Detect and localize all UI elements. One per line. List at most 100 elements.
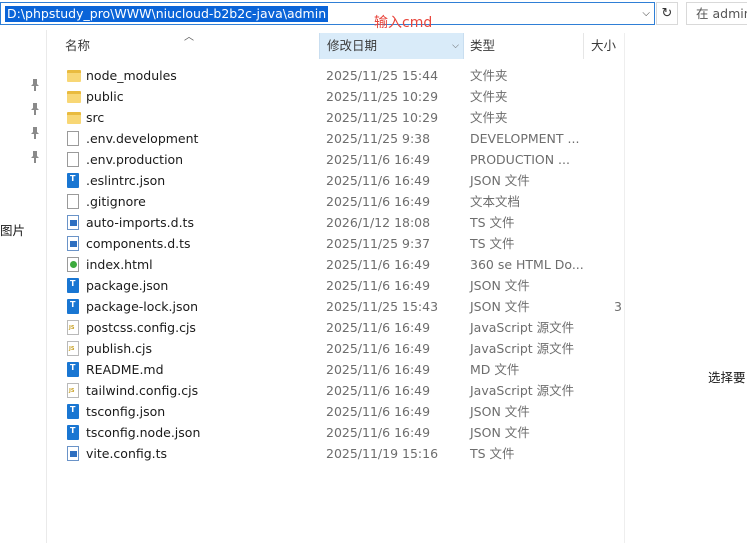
- file-row[interactable]: .env.development 2025/11/25 9:38 DEVELOPME…: [47, 128, 624, 149]
- pin-icon[interactable]: [30, 103, 40, 115]
- json-icon: [67, 425, 79, 440]
- pin-icon[interactable]: [30, 151, 40, 163]
- ts-icon: [67, 446, 79, 461]
- file-name: README.md: [86, 362, 164, 377]
- column-header-date[interactable]: 修改日期 ⌵: [319, 33, 464, 59]
- file-type: MD 文件: [470, 362, 520, 377]
- file-row[interactable]: src 2025/11/25 10:29 文件夹: [47, 107, 624, 128]
- file-row[interactable]: README.md 2025/11/6 16:49 MD 文件: [47, 359, 624, 380]
- file-date: 2025/11/25 9:37: [326, 236, 431, 251]
- file-row[interactable]: tailwind.config.cjs 2025/11/6 16:49 JavaSc…: [47, 380, 624, 401]
- file-row[interactable]: auto-imports.d.ts 2026/1/12 18:08 TS 文件: [47, 212, 624, 233]
- file-name: package-lock.json: [86, 299, 199, 314]
- js-icon: [67, 341, 79, 356]
- pin-icon[interactable]: [30, 79, 40, 91]
- file-row[interactable]: .gitignore 2025/11/6 16:49 文本文档: [47, 191, 624, 212]
- file-date: 2025/11/25 9:38: [326, 131, 431, 146]
- file-row[interactable]: .env.production 2025/11/6 16:49 PRODUCTION…: [47, 149, 624, 170]
- file-type: JSON 文件: [470, 404, 530, 419]
- folder-icon: [67, 112, 81, 124]
- html-icon: [67, 257, 79, 272]
- column-divider: [624, 33, 625, 543]
- file-date: 2025/11/25 10:29: [326, 110, 439, 125]
- file-row[interactable]: tsconfig.json 2025/11/6 16:49 JSON 文件: [47, 401, 624, 422]
- file-name: tsconfig.json: [86, 404, 166, 419]
- file-type: JSON 文件: [470, 278, 530, 293]
- js-icon: [67, 383, 79, 398]
- file-name: auto-imports.d.ts: [86, 215, 194, 230]
- file-type: JSON 文件: [470, 299, 530, 314]
- address-path[interactable]: D:\phpstudy_pro\WWW\niucloud-b2b2c-java\…: [5, 6, 329, 22]
- file-icon: [67, 194, 79, 209]
- file-row[interactable]: tsconfig.node.json 2025/11/6 16:49 JSON 文件: [47, 422, 624, 443]
- file-type: JSON 文件: [470, 173, 530, 188]
- file-name: components.d.ts: [86, 236, 191, 251]
- file-type: 360 se HTML Do...: [470, 257, 584, 272]
- column-header-date-label: 修改日期: [327, 38, 378, 53]
- file-type: JavaScript 源文件: [470, 320, 575, 335]
- file-name: tailwind.config.cjs: [86, 383, 199, 398]
- chevron-down-icon[interactable]: ⌵: [642, 6, 650, 22]
- json-icon: [67, 299, 79, 314]
- file-name: src: [86, 110, 105, 125]
- chevron-down-icon[interactable]: ⌵: [452, 33, 459, 59]
- file-date: 2025/11/19 15:16: [326, 446, 439, 461]
- file-row[interactable]: package.json 2025/11/6 16:49 JSON 文件: [47, 275, 624, 296]
- file-date: 2025/11/25 10:29: [326, 89, 439, 104]
- file-type: 文本文档: [470, 194, 521, 209]
- pin-icon[interactable]: [30, 127, 40, 139]
- column-header-size[interactable]: 大小: [583, 33, 627, 59]
- search-input[interactable]: 在 admin: [686, 2, 747, 25]
- file-icon: [67, 152, 79, 167]
- file-name: .gitignore: [86, 194, 146, 209]
- file-type: TS 文件: [470, 446, 515, 461]
- nav-item-pictures[interactable]: 图片: [0, 220, 25, 239]
- folder-icon: [67, 70, 81, 82]
- ts-icon: [67, 215, 79, 230]
- file-date: 2025/11/6 16:49: [326, 257, 431, 272]
- file-type: JavaScript 源文件: [470, 383, 575, 398]
- file-row[interactable]: postcss.config.cjs 2025/11/6 16:49 JavaScr…: [47, 317, 624, 338]
- file-date: 2025/11/6 16:49: [326, 383, 431, 398]
- file-row[interactable]: node_modules 2025/11/25 15:44 文件夹: [47, 65, 624, 86]
- json-icon: [67, 404, 79, 419]
- file-name: .env.development: [86, 131, 199, 146]
- file-row[interactable]: package-lock.json 2025/11/25 15:43 JSON 文件…: [47, 296, 624, 317]
- file-type: JavaScript 源文件: [470, 341, 575, 356]
- json-icon: [67, 173, 79, 188]
- details-pane-hint: 选择要: [708, 370, 746, 385]
- file-icon: [67, 131, 79, 146]
- file-date: 2025/11/6 16:49: [326, 404, 431, 419]
- file-type: 文件夹: [470, 110, 508, 125]
- file-date: 2025/11/6 16:49: [326, 152, 431, 167]
- file-date: 2025/11/6 16:49: [326, 194, 431, 209]
- file-name: public: [86, 89, 124, 104]
- column-header-type[interactable]: 类型: [464, 33, 582, 59]
- file-date: 2025/11/6 16:49: [326, 173, 431, 188]
- file-type: TS 文件: [470, 215, 515, 230]
- address-bar[interactable]: D:\phpstudy_pro\WWW\niucloud-b2b2c-java\…: [0, 2, 655, 25]
- json-icon: [67, 278, 79, 293]
- file-type: 文件夹: [470, 89, 508, 104]
- file-type: JSON 文件: [470, 425, 530, 440]
- file-date: 2025/11/6 16:49: [326, 425, 431, 440]
- file-date: 2025/11/6 16:49: [326, 278, 431, 293]
- file-row[interactable]: components.d.ts 2025/11/25 9:37 TS 文件: [47, 233, 624, 254]
- file-row[interactable]: vite.config.ts 2025/11/19 15:16 TS 文件: [47, 443, 624, 464]
- file-name: .eslintrc.json: [86, 173, 166, 188]
- file-row[interactable]: publish.cjs 2025/11/6 16:49 JavaScript 源文件: [47, 338, 624, 359]
- file-name: .env.production: [86, 152, 184, 167]
- file-row[interactable]: public 2025/11/25 10:29 文件夹: [47, 86, 624, 107]
- file-name: postcss.config.cjs: [86, 320, 196, 335]
- file-date: 2026/1/12 18:08: [326, 215, 431, 230]
- ts-icon: [67, 236, 79, 251]
- json-icon: [67, 362, 79, 377]
- file-type: 文件夹: [470, 68, 508, 83]
- file-row[interactable]: index.html 2025/11/6 16:49 360 se HTML Do.…: [47, 254, 624, 275]
- column-header-name[interactable]: 名称: [47, 33, 319, 59]
- search-placeholder: 在 admin: [696, 6, 747, 21]
- file-row[interactable]: .eslintrc.json 2025/11/6 16:49 JSON 文件: [47, 170, 624, 191]
- refresh-icon[interactable]: ↻: [656, 2, 678, 25]
- file-size: 3: [614, 299, 622, 314]
- file-date: 2025/11/6 16:49: [326, 362, 431, 377]
